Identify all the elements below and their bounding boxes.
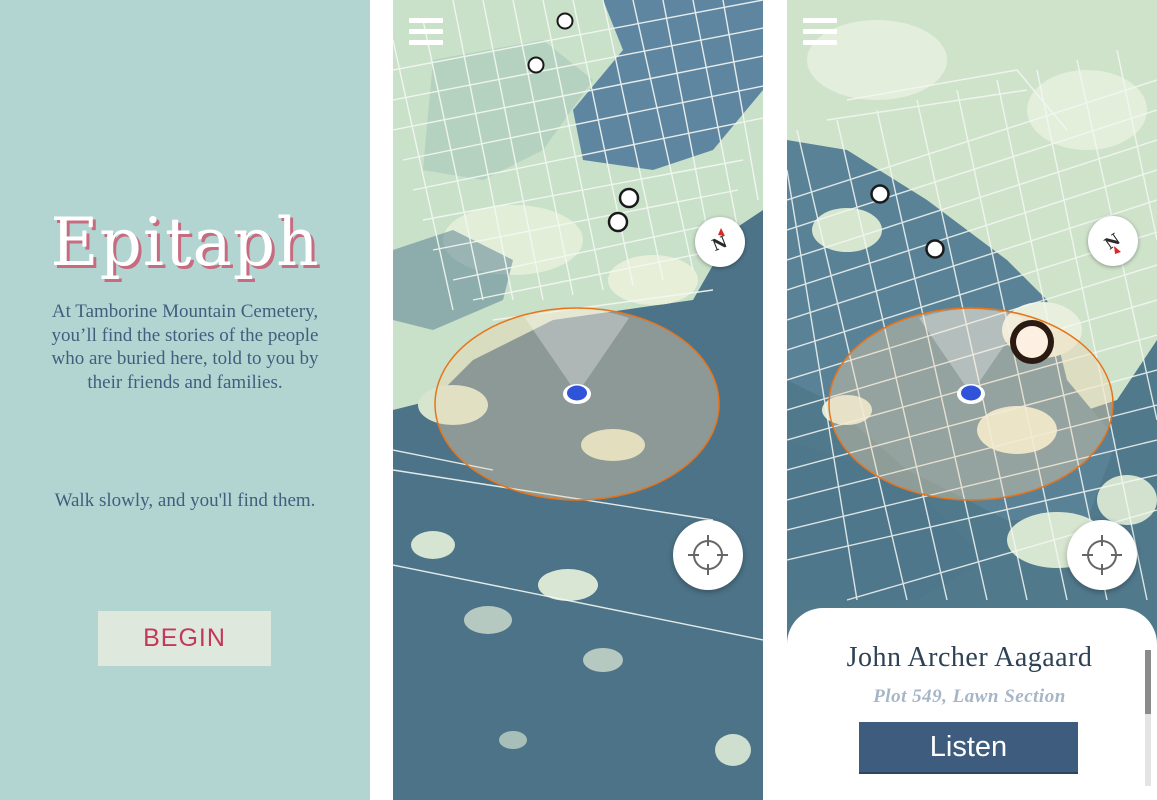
grave-marker[interactable]: [925, 239, 945, 259]
grave-marker[interactable]: [870, 184, 890, 204]
menu-icon[interactable]: [803, 18, 837, 48]
listen-button[interactable]: Listen: [859, 722, 1078, 774]
app-title: Epitaph: [50, 204, 320, 281]
selected-grave-marker[interactable]: [1010, 320, 1054, 364]
recenter-button[interactable]: [1067, 520, 1137, 590]
person-name: John Archer Aagaard: [846, 642, 1093, 673]
grave-info-card: John Archer Aagaard Plot 549, Lawn Secti…: [787, 608, 1157, 800]
walk-hint-text: Walk slowly, and you'll find them.: [54, 490, 316, 511]
compass-label: N: [709, 232, 730, 255]
grave-marker[interactable]: [556, 12, 574, 30]
crosshair-icon: [1082, 535, 1122, 575]
recenter-button[interactable]: [673, 520, 743, 590]
grave-detail-screen: N John Archer Aagaard Plot 549, Lawn Sec…: [787, 0, 1157, 800]
menu-icon[interactable]: [409, 18, 443, 48]
crosshair-icon: [688, 535, 728, 575]
map-canvas[interactable]: [393, 0, 763, 800]
scrollbar-thumb[interactable]: [1145, 650, 1151, 714]
intro-text: At Tamborine Mountain Cemetery, you’ll f…: [51, 301, 319, 393]
welcome-screen: Epitaph At Tamborine Mountain Cemetery, …: [0, 0, 370, 800]
begin-button[interactable]: BEGIN: [98, 611, 271, 666]
map-screen: N: [393, 0, 763, 800]
grave-marker[interactable]: [607, 211, 629, 233]
grave-marker[interactable]: [527, 56, 545, 74]
user-location-dot: [957, 384, 985, 404]
user-location-dot: [563, 384, 591, 404]
compass-icon[interactable]: N: [1088, 216, 1138, 266]
card-scrollbar[interactable]: [1145, 650, 1151, 786]
plot-location: Plot 549, Lawn Section: [873, 686, 1066, 707]
grave-marker[interactable]: [618, 187, 640, 209]
compass-label: N: [1101, 229, 1124, 253]
compass-icon[interactable]: N: [695, 217, 745, 267]
